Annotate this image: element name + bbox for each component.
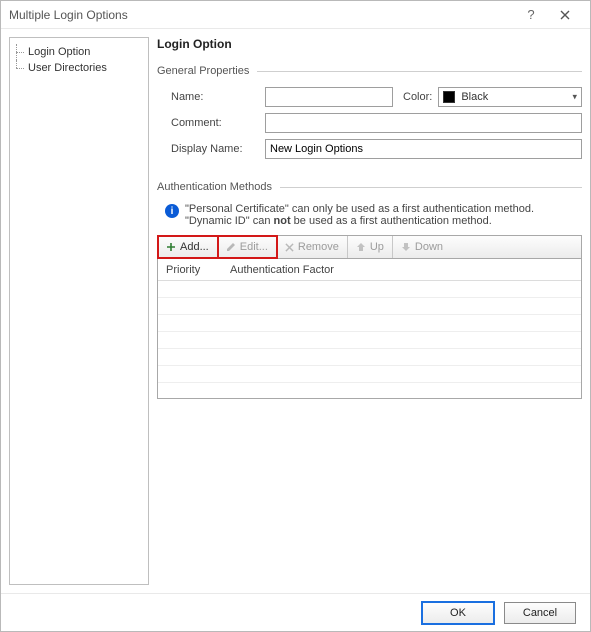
plus-icon	[166, 242, 176, 252]
col-priority[interactable]: Priority	[158, 264, 222, 276]
table-row[interactable]	[158, 298, 581, 315]
cancel-label: Cancel	[523, 607, 557, 619]
color-select-value: Black	[461, 91, 488, 103]
section-label-general: General Properties	[157, 65, 249, 77]
section-label-auth: Authentication Methods	[157, 181, 272, 193]
x-icon	[285, 243, 294, 252]
down-label: Down	[415, 241, 443, 253]
name-input[interactable]	[265, 87, 393, 107]
section-auth: Authentication Methods i "Personal Certi…	[157, 181, 582, 399]
close-button[interactable]	[548, 4, 582, 26]
edit-button[interactable]: Edit...	[218, 236, 277, 258]
arrow-down-icon	[401, 242, 411, 252]
dialog-window: Multiple Login Options ? Login Option Us…	[0, 0, 591, 632]
info-text: "Personal Certificate" can only be used …	[185, 203, 534, 227]
info-note: i "Personal Certificate" can only be use…	[157, 203, 582, 235]
grid-header: Priority Authentication Factor	[158, 259, 581, 281]
info-line2: "Dynamic ID" can not be used as a first …	[185, 215, 534, 227]
chevron-down-icon: ▾	[572, 92, 577, 103]
up-label: Up	[370, 241, 384, 253]
auth-grid[interactable]: Priority Authentication Factor	[157, 259, 582, 399]
remove-button[interactable]: Remove	[277, 236, 348, 258]
ok-label: OK	[450, 607, 466, 619]
pencil-icon	[226, 242, 236, 252]
page-title: Login Option	[157, 37, 582, 51]
content-pane: Login Option General Properties Name: Co…	[157, 37, 582, 585]
window-title: Multiple Login Options	[9, 8, 514, 22]
titlebar: Multiple Login Options ?	[1, 1, 590, 29]
help-button[interactable]: ?	[514, 4, 548, 26]
dialog-footer: OK Cancel	[1, 593, 590, 631]
display-name-input[interactable]	[265, 139, 582, 159]
info-icon: i	[165, 204, 179, 218]
dialog-body: Login Option User Directories Login Opti…	[1, 29, 590, 593]
table-row[interactable]	[158, 332, 581, 349]
table-row[interactable]	[158, 366, 581, 383]
col-auth-factor[interactable]: Authentication Factor	[222, 264, 581, 276]
add-button[interactable]: Add...	[158, 236, 218, 258]
remove-label: Remove	[298, 241, 339, 253]
tree-item-label: Login Option	[28, 46, 90, 58]
toolbar-spacer	[451, 236, 581, 258]
add-label: Add...	[180, 241, 209, 253]
table-row[interactable]	[158, 349, 581, 366]
nav-tree: Login Option User Directories	[9, 37, 149, 585]
color-swatch-icon	[443, 91, 455, 103]
tree-item-login-option[interactable]: Login Option	[14, 44, 144, 60]
label-color: Color:	[403, 91, 432, 103]
color-select[interactable]: Black ▾	[438, 87, 582, 107]
table-row[interactable]	[158, 315, 581, 332]
cancel-button[interactable]: Cancel	[504, 602, 576, 624]
comment-input[interactable]	[265, 113, 582, 133]
down-button[interactable]: Down	[393, 236, 451, 258]
divider	[257, 71, 582, 72]
edit-label: Edit...	[240, 241, 268, 253]
tree-item-user-directories[interactable]: User Directories	[14, 60, 144, 76]
section-general: General Properties Name: Color: Black ▾ …	[157, 65, 582, 165]
label-display-name: Display Name:	[157, 143, 265, 155]
auth-toolbar: Add... Edit... Remove Up	[157, 235, 582, 259]
divider	[280, 187, 582, 188]
info-line1: "Personal Certificate" can only be used …	[185, 203, 534, 215]
table-row[interactable]	[158, 281, 581, 298]
label-name: Name:	[157, 91, 265, 103]
label-comment: Comment:	[157, 117, 265, 129]
close-icon	[560, 10, 570, 20]
up-button[interactable]: Up	[348, 236, 393, 258]
grid-rows	[158, 281, 581, 383]
arrow-up-icon	[356, 242, 366, 252]
ok-button[interactable]: OK	[422, 602, 494, 624]
tree-item-label: User Directories	[28, 62, 107, 74]
